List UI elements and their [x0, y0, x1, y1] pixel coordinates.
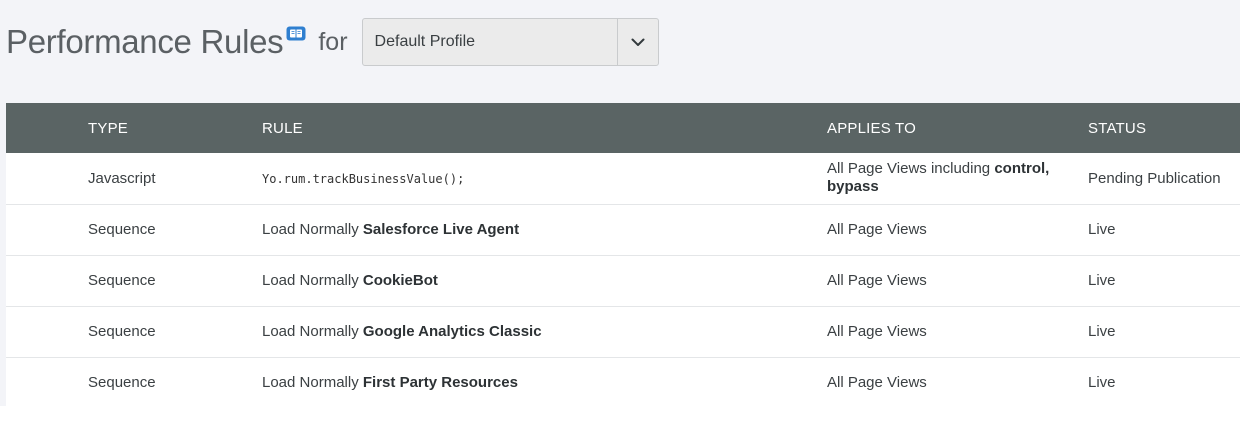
profile-select-value: Default Profile	[374, 33, 476, 50]
rule-type: Javascript	[88, 169, 156, 187]
rule-prefix: Load Normally	[262, 323, 363, 340]
rule-status: Live	[1088, 221, 1116, 238]
rule-target: First Party Resources	[362, 374, 518, 392]
rule-status: Live	[1088, 374, 1116, 392]
rule-applies-to: All Page Views	[827, 374, 927, 392]
book-icon[interactable]	[286, 11, 306, 41]
page-title-text: Performance Rules	[6, 23, 284, 60]
row-spacer	[6, 153, 88, 204]
chevron-down-icon	[631, 38, 645, 46]
rule-code: Yo.rum.trackBusinessValue();	[262, 171, 465, 186]
rule-applies-to: All Page Views	[827, 221, 927, 238]
row-spacer	[6, 255, 88, 306]
rule-description: Load Normally CookieBot	[262, 255, 827, 306]
row-spacer	[6, 306, 88, 357]
table-row[interactable]: Sequence Load Normally Google Analytics …	[6, 306, 1240, 357]
table-row[interactable]: Sequence Load Normally CookieBot All Pag…	[6, 255, 1240, 306]
for-label: for	[318, 27, 348, 56]
rule-prefix: Load Normally	[262, 272, 363, 289]
rule-status: Pending Publication	[1088, 169, 1221, 187]
rule-description: Load Normally First Party Resources	[262, 357, 827, 408]
rule-prefix: Load Normally	[262, 374, 363, 392]
rule-applies-to: All Page Views	[827, 272, 927, 289]
rule-type: Sequence	[88, 221, 156, 238]
page-title: Performance Rules	[6, 23, 306, 61]
column-header-status[interactable]: STATUS	[1088, 103, 1240, 153]
applies-prefix: All Page Views including	[827, 160, 995, 178]
rule-applies-to: All Page Views	[827, 323, 927, 340]
rule-type: Sequence	[88, 323, 156, 340]
column-header-rule[interactable]: RULE	[262, 103, 827, 153]
column-header-type[interactable]: TYPE	[88, 103, 262, 153]
rule-type: Sequence	[88, 374, 156, 392]
column-header-applies-to[interactable]: APPLIES TO	[827, 103, 1088, 153]
rule-target: Google Analytics Classic	[362, 323, 542, 340]
rule-prefix: Load Normally	[262, 221, 363, 238]
table-header-row: TYPE RULE APPLIES TO STATUS	[6, 103, 1240, 153]
rule-status: Live	[1088, 272, 1116, 289]
row-spacer	[6, 357, 88, 408]
header-spacer	[6, 103, 88, 153]
row-spacer	[6, 204, 88, 255]
rule-target: CookieBot	[362, 272, 438, 289]
page-header: Performance Rules for Default Profile	[6, 17, 659, 67]
rules-table: TYPE RULE APPLIES TO STATUS Javascript Y…	[6, 103, 1240, 408]
rule-type: Sequence	[88, 272, 156, 289]
rule-description: Load Normally Google Analytics Classic	[262, 306, 827, 357]
rule-description: Yo.rum.trackBusinessValue();	[262, 153, 827, 204]
rule-target: Salesforce Live Agent	[362, 221, 520, 238]
profile-select[interactable]: Default Profile	[361, 18, 659, 66]
profile-select-toggle[interactable]	[616, 19, 658, 65]
table-row[interactable]: Javascript Yo.rum.trackBusinessValue(); …	[6, 153, 1240, 204]
rule-applies-to: All Page Views including control, bypass	[827, 153, 1088, 204]
rule-description: Load Normally Salesforce Live Agent	[262, 204, 827, 255]
rule-status: Live	[1088, 323, 1116, 340]
table-row[interactable]: Sequence Load Normally Salesforce Live A…	[6, 204, 1240, 255]
table-row[interactable]: Sequence Load Normally First Party Resou…	[6, 357, 1240, 408]
